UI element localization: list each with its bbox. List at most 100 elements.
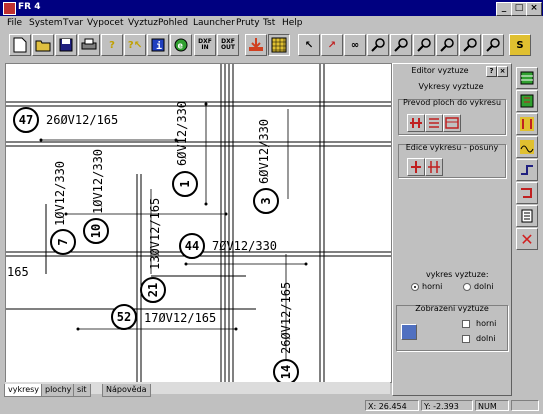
mark-1-id: 1 [178,180,192,187]
context-help-icon[interactable]: ?↖ [124,34,146,56]
select-pointer-icon[interactable]: ↖ [298,34,320,56]
vykres-label: vykres vyztuze: [426,270,489,279]
open-folder-icon[interactable] [32,34,54,56]
e-icon[interactable]: e [170,34,192,56]
zoom-window-icon[interactable] [436,34,458,56]
zoom-all-icon[interactable] [459,34,481,56]
rebar-wave-icon[interactable] [516,136,538,158]
shift-right-icon[interactable] [425,158,443,176]
checkbox-dolni-label: dolni [476,334,496,343]
app-icon [3,2,16,15]
rebar-label-47: 26ØV12/165 [46,113,118,127]
mark-3-id: 3 [259,197,273,204]
menu-pohled[interactable]: Pohled [158,18,188,28]
menu-file[interactable]: File [7,18,22,28]
mark-44-id: 44 [185,239,199,253]
menu-launcher[interactable]: Launcher [193,18,235,28]
rebar-label-14: 26ØV12/165 [279,282,293,354]
convert-plane-icon[interactable] [407,114,425,132]
tab-sit[interactable]: sit [73,384,91,397]
rebar-bend-icon[interactable] [516,113,538,135]
tab-plochy[interactable]: plochy [41,384,76,397]
grid-icon[interactable] [268,34,290,56]
rebar-shape-icon[interactable] [516,182,538,204]
menu-tst[interactable]: Tst [263,18,275,28]
display-rebar-icon[interactable] [401,324,417,340]
import-arrow-icon[interactable] [245,34,267,56]
drawing-canvas[interactable]: 47 1 3 7 10 44 21 52 14 26ØV12/165 6ØV12… [5,63,392,383]
rebar-grid-icon[interactable] [516,67,538,89]
status-bar: X: 26.454 Y: -2.393 NUM [0,398,543,414]
status-y-coord: Y: -2.393 [421,400,473,411]
menu-help[interactable]: Help [282,18,303,28]
zoom-out-icon[interactable] [413,34,435,56]
checkbox-horni[interactable] [462,320,470,328]
tab-vykresy[interactable]: vykresy [4,384,44,397]
maximize-button[interactable]: □ [511,2,527,16]
zoom-icon[interactable] [367,34,389,56]
group-prevod: Prevod ploch do vykresu [398,98,506,135]
convert-table-icon[interactable] [443,114,461,132]
rebar-label-52: 17ØV12/165 [144,311,216,325]
close-button[interactable]: × [526,2,542,16]
rebar-drawing[interactable]: 47 1 3 7 10 44 21 52 14 26ØV12/165 6ØV12… [6,64,391,382]
checkbox-dolni[interactable] [462,335,470,343]
status-empty [511,400,539,411]
rebar-label-3: 6ØV12/330 [257,119,271,184]
rebar-edit-icon[interactable] [516,90,538,112]
radio-dolni-label: dolni [474,282,494,291]
rebar-label-7: 1ØV12/330 [53,161,67,226]
mark-52-id: 52 [117,310,131,324]
rebar-label-165: 165 [7,265,29,279]
zoom-in-icon[interactable] [390,34,412,56]
menu-system[interactable]: System [29,18,63,28]
rebar-label-10: 1ØV12/330 [91,149,105,214]
rebar-list-icon[interactable] [516,205,538,227]
radio-horni-label: horni [422,282,443,291]
s-button[interactable]: S [509,34,531,56]
panel-title: Editor vyztuze [411,66,469,75]
tab-napoveda[interactable]: Nápověda [102,384,151,397]
svg-text:i: i [156,40,162,52]
menu-tvar[interactable]: Tvar [63,18,83,28]
mark-47-id: 47 [19,113,33,127]
info-icon[interactable]: i [147,34,169,56]
zoom-previous-icon[interactable] [482,34,504,56]
save-disk-icon[interactable] [55,34,77,56]
minimize-button[interactable]: _ [496,2,512,16]
group-zobrazeni: Zobrazeni vyztuze horni dolni [396,304,508,351]
panel-subtitle: Vykresy vyztuze [418,82,484,91]
convert-edit-icon[interactable] [425,114,443,132]
glasses-icon[interactable]: ∞ [344,34,366,56]
mark-14-id: 14 [279,365,293,379]
rebar-label-21: 13ØV12/165 [148,198,162,270]
rebar-label-1: 6ØV12/330 [175,101,189,166]
editor-panel: Editor vyztuze ? × Vykresy vyztuze Prevo… [392,63,512,396]
dxf-out-button[interactable]: DXF OUT [217,34,239,56]
status-x-coord: X: 26.454 [365,400,419,411]
group-prevod-title: Prevod ploch do vykresu [402,98,502,107]
status-num: NUM [475,400,509,411]
mark-21-id: 21 [146,283,160,297]
menu-vypocet[interactable]: Vypocet [87,18,123,28]
panel-close-button[interactable]: × [497,66,508,77]
title-bar: FR 4 _ □ × [0,0,543,16]
line-arrow-icon[interactable]: ↗ [321,34,343,56]
panel-help-button[interactable]: ? [486,66,497,77]
mark-7-id: 7 [56,238,70,245]
print-icon[interactable] [78,34,100,56]
delete-x-icon[interactable]: ✕ [516,228,538,250]
radio-dolni[interactable] [463,283,471,291]
mark-10-id: 10 [89,224,103,238]
menu-pruty[interactable]: Pruty [236,18,260,28]
help-question-icon[interactable]: ? [101,34,123,56]
checkbox-horni-label: horni [476,319,497,328]
shift-left-icon[interactable] [407,158,425,176]
rebar-step-icon[interactable] [516,159,538,181]
radio-horni[interactable] [411,283,419,291]
right-toolbar: ✕ [514,63,542,396]
menu-vyztuz[interactable]: Vyztuz [128,18,158,28]
new-file-icon[interactable] [9,34,31,56]
toolbar: ? ?↖ i e DXF IN DXF OUT ↖ ↗ ∞ S [0,32,543,60]
dxf-in-button[interactable]: DXF IN [194,34,216,56]
